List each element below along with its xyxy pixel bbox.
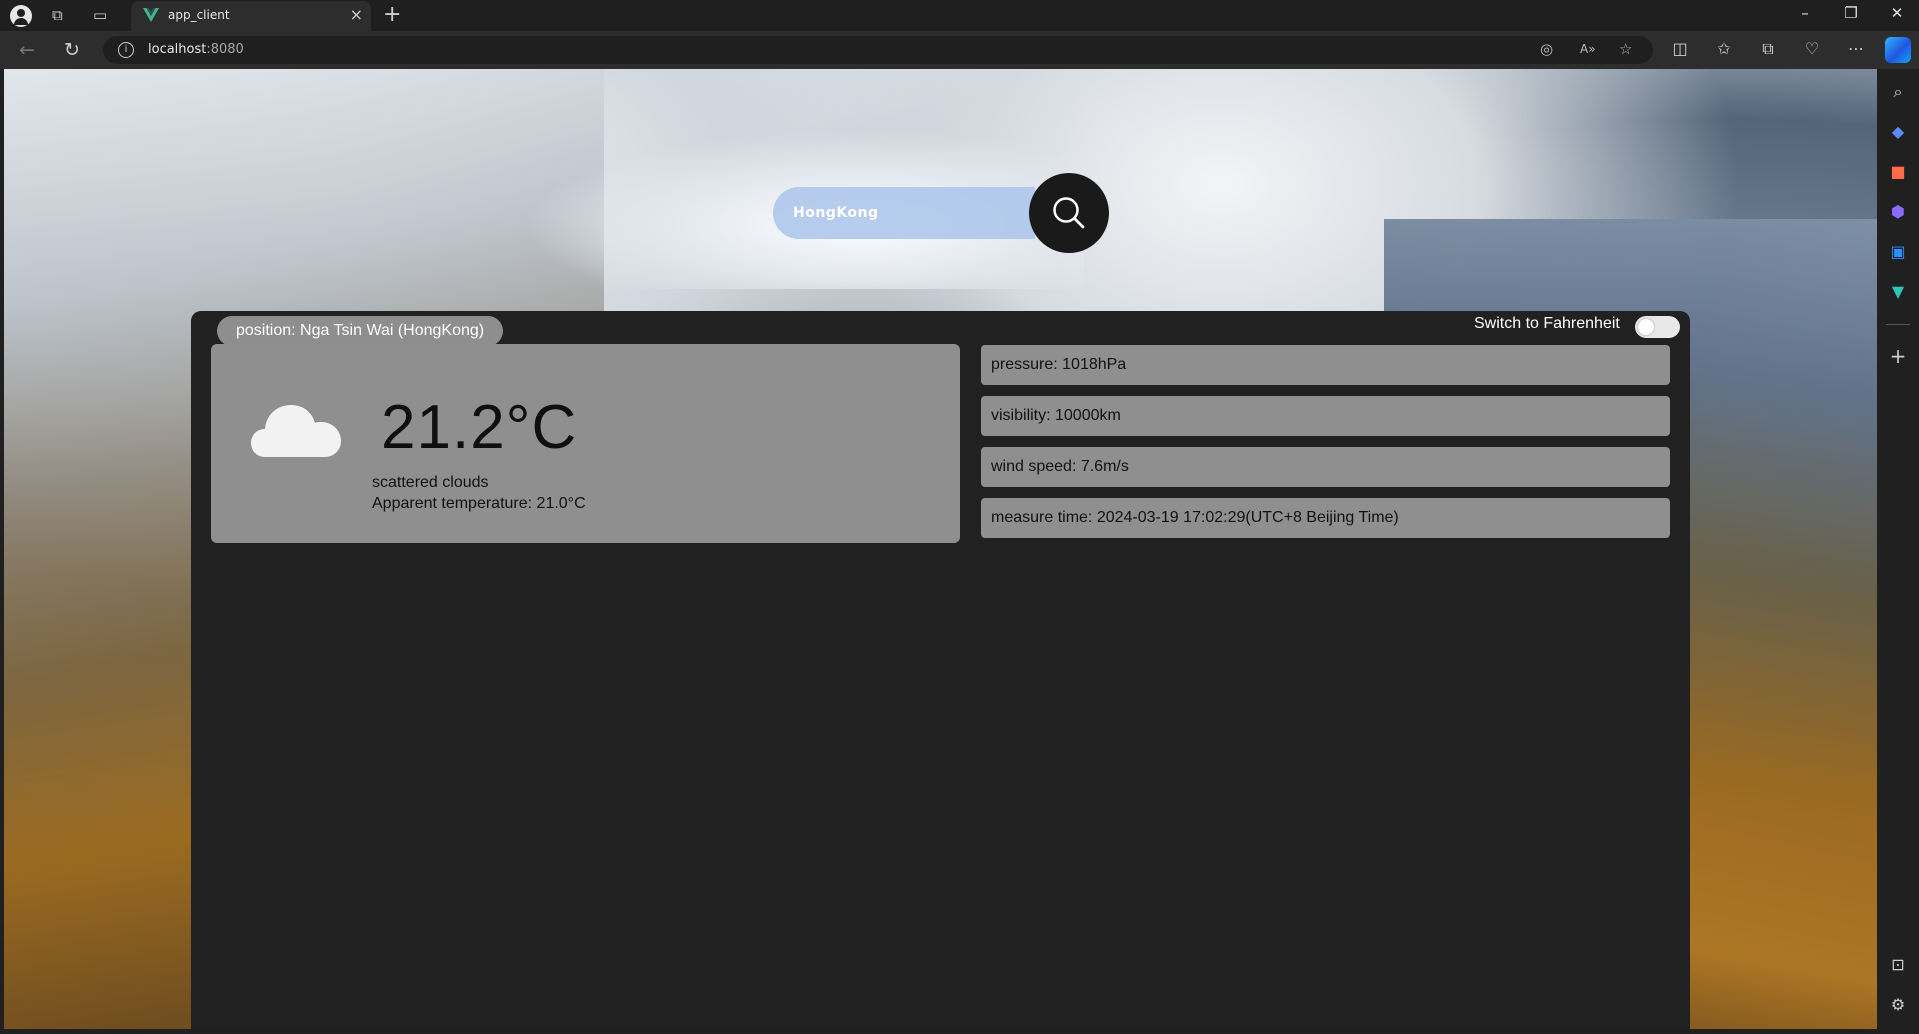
back-button[interactable]: ← xyxy=(16,39,38,61)
browser-toolbar: ← ↻ i localhost:8080 ◎ A» ☆ ◫ ✩ ⧉ ♡ ⋯ xyxy=(0,31,1919,69)
edge-sidebar: ⌕ ◆ ■ ⬢ ▣ ▼ + ⊡ ⚙ xyxy=(1877,69,1919,1034)
workspaces-icon[interactable]: ⧉ xyxy=(52,5,63,25)
vue-logo-icon xyxy=(143,8,159,22)
profile-icon[interactable] xyxy=(10,5,32,27)
collections-icon[interactable]: ⧉ xyxy=(1757,39,1779,59)
games-icon[interactable]: ⬢ xyxy=(1886,201,1910,223)
position-label: position: Nga Tsin Wai (HongKong) xyxy=(217,316,504,346)
wind-speed-row: wind speed: 7.6m/s xyxy=(981,447,1670,487)
tab-bar: ⧉ ▭ app_client × + – ❐ ✕ xyxy=(0,0,1919,31)
site-info-icon[interactable]: i xyxy=(118,42,134,58)
page-background: position: Nga Tsin Wai (HongKong) Switch… xyxy=(4,69,1877,1029)
send-icon[interactable]: ▼ xyxy=(1886,281,1910,303)
tab-title: app_client xyxy=(168,8,230,22)
add-sidebar-app-icon[interactable]: + xyxy=(1886,345,1910,367)
split-screen-icon[interactable]: ◫ xyxy=(1669,39,1691,58)
visibility-row: visibility: 10000km xyxy=(981,396,1670,436)
tab-close-icon[interactable]: × xyxy=(350,5,363,24)
cloud-icon xyxy=(251,405,341,457)
refresh-button[interactable]: ↻ xyxy=(61,39,83,61)
favorites-icon[interactable]: ✩ xyxy=(1713,39,1735,58)
apparent-temperature: Apparent temperature: 21.0°C xyxy=(372,495,586,512)
location-icon[interactable]: ◎ xyxy=(1540,40,1553,58)
weather-panel: position: Nga Tsin Wai (HongKong) Switch… xyxy=(191,311,1690,1029)
fahrenheit-toggle-label: Switch to Fahrenheit xyxy=(1474,315,1620,332)
fahrenheit-toggle[interactable] xyxy=(1635,316,1680,338)
screenshot-icon[interactable]: ⊡ xyxy=(1886,954,1910,976)
url-text[interactable]: localhost:8080 xyxy=(148,42,244,57)
restore-button[interactable]: ❐ xyxy=(1841,4,1861,22)
current-weather-card: 21.2°C scattered clouds Apparent tempera… xyxy=(211,344,960,543)
weather-description: scattered clouds Apparent temperature: 2… xyxy=(372,472,586,514)
settings-gear-icon[interactable]: ⚙ xyxy=(1886,994,1910,1016)
tools-icon[interactable]: ■ xyxy=(1886,161,1910,183)
minimize-button[interactable]: – xyxy=(1795,4,1815,22)
tab-actions-icon[interactable]: ▭ xyxy=(93,5,107,25)
new-tab-button[interactable]: + xyxy=(383,2,401,27)
address-bar[interactable]: i localhost:8080 ◎ A» ☆ xyxy=(103,36,1653,64)
pressure-row: pressure: 1018hPa xyxy=(981,345,1670,385)
favorite-star-icon[interactable]: ☆ xyxy=(1619,40,1632,58)
shopping-tag-icon[interactable]: ◆ xyxy=(1886,121,1910,143)
outlook-icon[interactable]: ▣ xyxy=(1886,241,1910,263)
more-menu-icon[interactable]: ⋯ xyxy=(1845,39,1867,58)
browser-essentials-icon[interactable]: ♡ xyxy=(1801,39,1823,58)
close-window-button[interactable]: ✕ xyxy=(1887,4,1907,22)
measure-time-row: measure time: 2024-03-19 17:02:29(UTC+8 … xyxy=(981,498,1670,538)
magnifier-icon xyxy=(1053,197,1085,229)
tab-app-client[interactable]: app_client × xyxy=(131,1,371,31)
city-search-input[interactable] xyxy=(773,187,1035,239)
read-aloud-icon[interactable]: A» xyxy=(1580,42,1596,56)
weather-condition: scattered clouds xyxy=(372,474,489,491)
search-sidebar-icon[interactable]: ⌕ xyxy=(1886,81,1910,103)
copilot-icon[interactable] xyxy=(1885,37,1911,63)
temperature-value: 21.2°C xyxy=(381,393,578,462)
search-button[interactable] xyxy=(1029,173,1109,253)
